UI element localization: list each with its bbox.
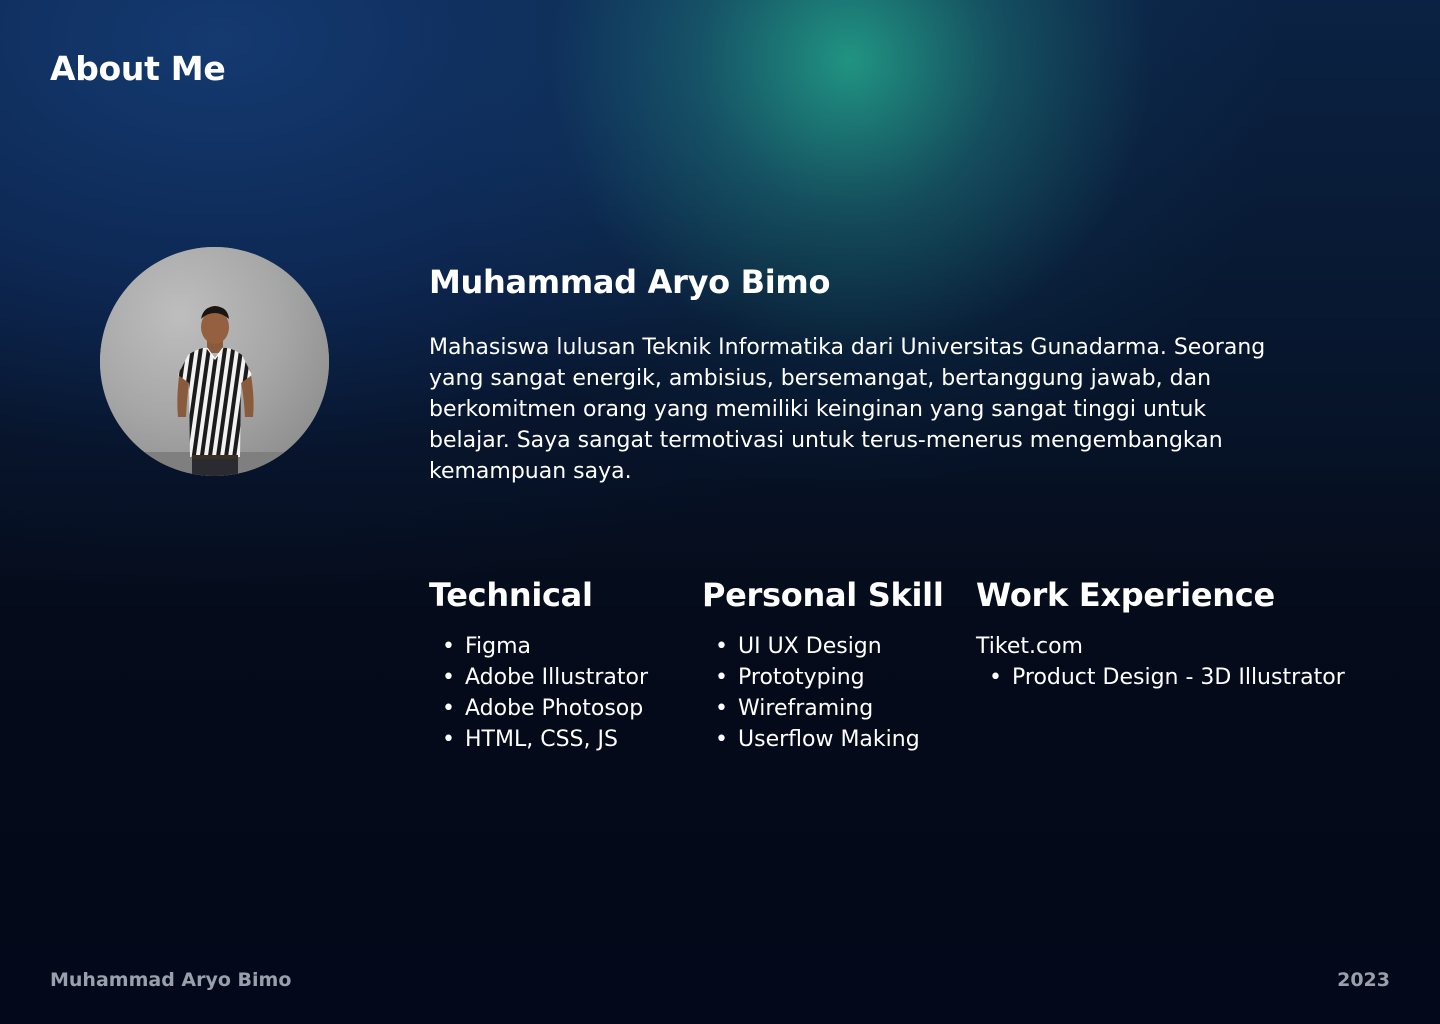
profile-bio: Mahasiswa lulusan Teknik Informatika dar… bbox=[429, 335, 1266, 484]
list-item: • Wireframing bbox=[702, 693, 967, 724]
bullet-icon: • bbox=[442, 634, 455, 659]
footer-author: Muhammad Aryo Bimo bbox=[50, 969, 292, 991]
page-title: About Me bbox=[50, 49, 226, 88]
work-experience-heading: Work Experience bbox=[976, 576, 1275, 614]
bullet-icon: • bbox=[715, 665, 728, 690]
bullet-icon: • bbox=[442, 665, 455, 690]
bullet-icon: • bbox=[989, 665, 1002, 690]
list-item-label: Figma bbox=[465, 634, 532, 659]
person-photo-icon bbox=[100, 247, 329, 476]
technical-heading: Technical bbox=[429, 576, 593, 614]
bullet-icon: • bbox=[442, 727, 455, 752]
list-item-label: Userflow Making bbox=[738, 727, 920, 752]
list-item: • Adobe Illustrator bbox=[429, 662, 694, 693]
profile-photo bbox=[100, 247, 329, 476]
list-item: • Prototyping bbox=[702, 662, 967, 693]
skills-section: Technical • Figma • Adobe Illustrator • Ado… bbox=[429, 574, 1389, 774]
list-item: • Adobe Photosop bbox=[429, 693, 694, 724]
bullet-icon: • bbox=[715, 727, 728, 752]
list-item-label: HTML, CSS, JS bbox=[465, 727, 618, 752]
list-item-label: Product Design - 3D Illustrator bbox=[1012, 665, 1345, 690]
list-item-label: Adobe Illustrator bbox=[465, 665, 648, 690]
personal-skill-heading: Personal Skill bbox=[702, 576, 944, 614]
list-item-label: Prototyping bbox=[738, 665, 865, 690]
technical-list: • Figma • Adobe Illustrator • Adobe Photoso… bbox=[429, 631, 694, 755]
bullet-icon: • bbox=[442, 696, 455, 721]
profile-section: Muhammad Aryo Bimo Mahasiswa lulusan Tek… bbox=[429, 262, 1289, 487]
list-item: • UI UX Design bbox=[702, 631, 967, 662]
list-item: • Product Design - 3D Illustrator bbox=[976, 662, 1396, 693]
footer-year: 2023 bbox=[1337, 969, 1390, 991]
list-item-label: Wireframing bbox=[738, 696, 874, 721]
list-item: • HTML, CSS, JS bbox=[429, 724, 694, 755]
list-item: • Userflow Making bbox=[702, 724, 967, 755]
personal-skill-list: • UI UX Design • Prototyping • Wireframing … bbox=[702, 631, 967, 755]
work-experience-column: Work Experience Tiket.com • Product Desig… bbox=[976, 574, 1396, 693]
work-role-list: • Product Design - 3D Illustrator bbox=[976, 662, 1396, 693]
work-company: Tiket.com bbox=[976, 634, 1083, 659]
technical-column: Technical • Figma • Adobe Illustrator • Ado… bbox=[429, 574, 694, 755]
bullet-icon: • bbox=[715, 696, 728, 721]
list-item-label: Adobe Photosop bbox=[465, 696, 644, 721]
bullet-icon: • bbox=[715, 634, 728, 659]
list-item-label: UI UX Design bbox=[738, 634, 882, 659]
list-item: • Figma bbox=[429, 631, 694, 662]
personal-skill-column: Personal Skill • UI UX Design • Prototypin… bbox=[702, 574, 967, 755]
profile-name: Muhammad Aryo Bimo bbox=[429, 263, 831, 301]
